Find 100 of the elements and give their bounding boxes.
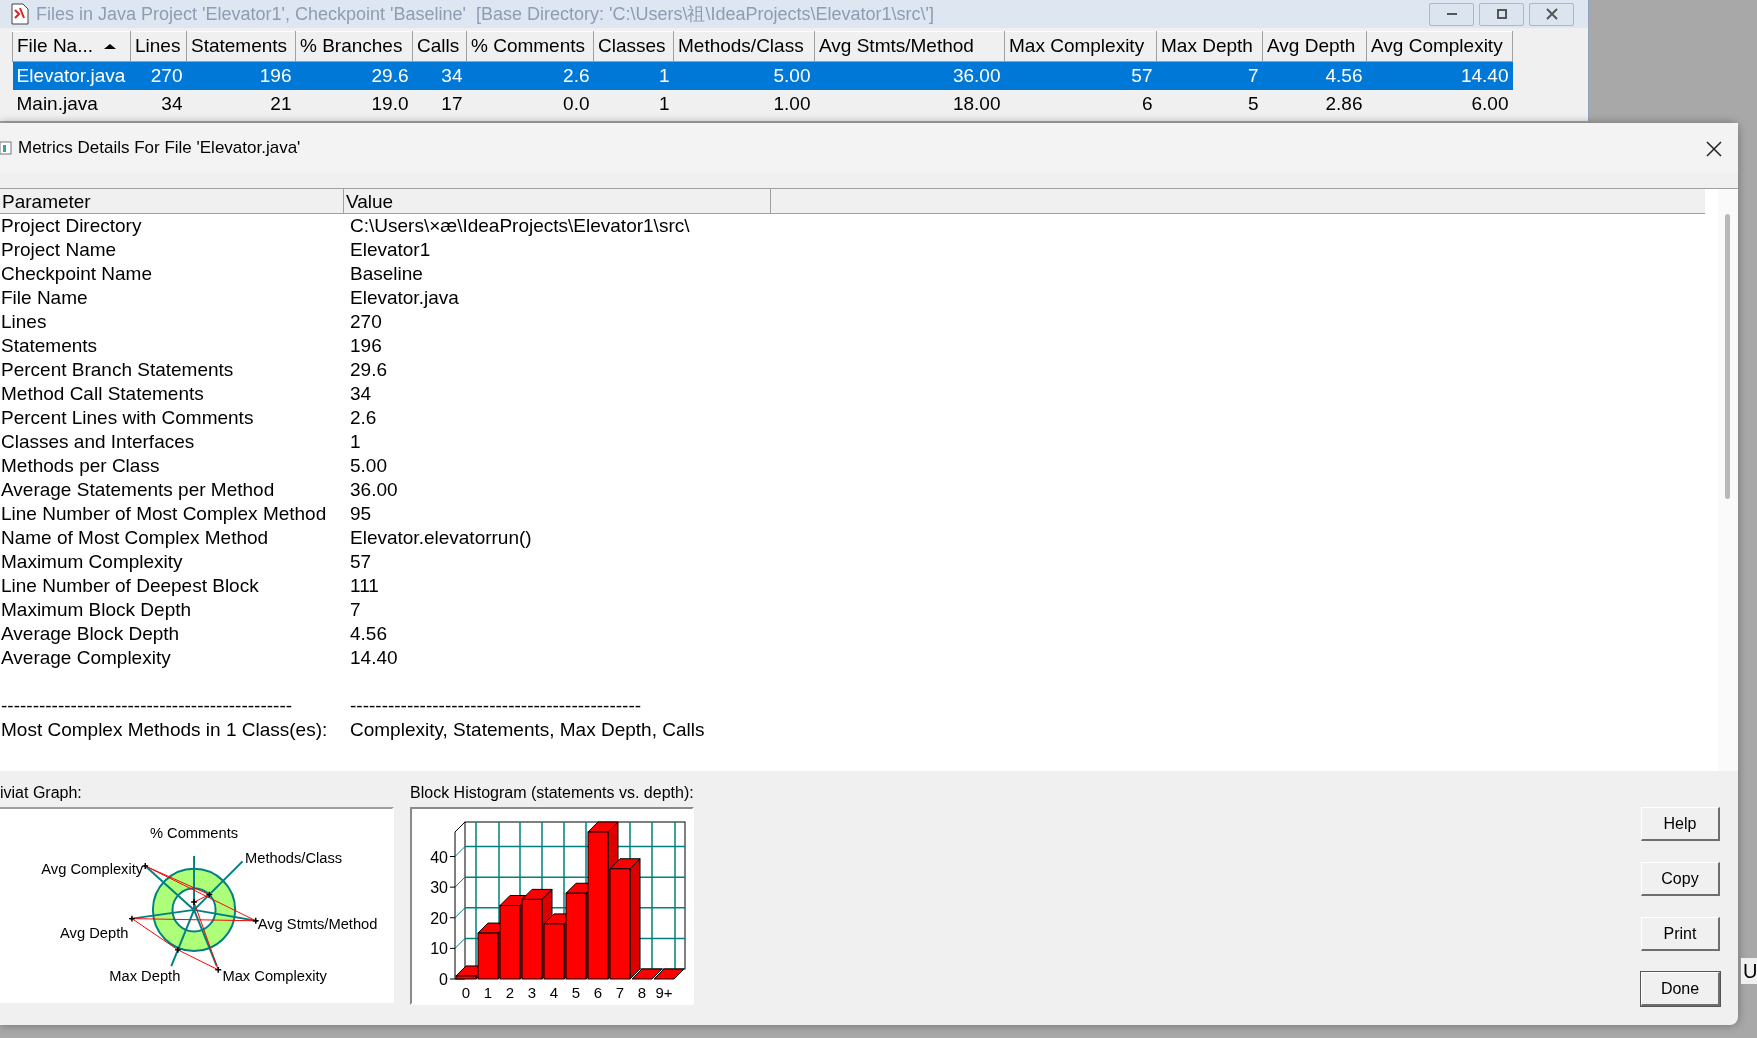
table-cell: 1 (593, 61, 674, 90)
column-header[interactable]: Max Depth (1156, 31, 1263, 61)
parameter-text: Checkpoint Name (0, 261, 154, 286)
parameter-text: Percent Lines with Comments (0, 405, 255, 430)
category-label: 6 (593, 984, 603, 1001)
dialog-button[interactable]: Done (1641, 972, 1720, 1006)
parameter-text: Project Name (0, 237, 118, 262)
table-cell: 0.0 (466, 90, 594, 119)
column-header[interactable]: Calls (412, 31, 467, 61)
parameter-text: Maximum Block Depth (0, 597, 193, 622)
table-cell: 196 (186, 61, 296, 90)
table-cell: 19.0 (295, 90, 413, 119)
column-header[interactable]: File Na... (12, 31, 131, 61)
value-text: 14.40 (349, 645, 399, 670)
table-cell: 34 (412, 61, 467, 90)
table-cell: 1 (593, 90, 674, 119)
value-text: Elevator.java (349, 285, 460, 310)
parameter-text: Line Number of Deepest Block (0, 573, 260, 598)
table-cell: 7 (1156, 61, 1263, 90)
table-cell: 2.86 (1262, 90, 1367, 119)
table-cell: 2.6 (466, 61, 594, 90)
column-header[interactable]: Avg Stmts/Method (814, 31, 1005, 61)
value-text: ---------------------------------------------- (349, 693, 643, 718)
value-text: 34 (349, 381, 373, 406)
column-header[interactable]: Avg Complexity (1366, 31, 1513, 61)
value-text: 2.6 (349, 405, 378, 430)
value-text: 5.00 (349, 453, 388, 478)
axis-label: Avg Complexity (41, 860, 144, 877)
table-cell: 36.00 (814, 61, 1005, 90)
axis-label: % Comments (149, 825, 239, 842)
dialog-button[interactable]: Help (1641, 807, 1720, 841)
histogram-label: Block Histogram (statements vs. depth): (410, 783, 694, 803)
value-text: 7 (349, 597, 362, 622)
category-label: 4 (549, 984, 559, 1001)
axis-label: Max Complexity (222, 968, 327, 985)
column-header[interactable]: Lines (130, 31, 187, 61)
dialog-button[interactable]: Copy (1641, 862, 1720, 896)
value-text: 95 (349, 501, 373, 526)
tick-label: 20 (430, 909, 448, 927)
table-cell: 14.40 (1366, 61, 1513, 90)
axis-label: Avg Stmts/Method (257, 915, 378, 932)
category-label: 0 (461, 984, 471, 1001)
column-header[interactable]: Classes (593, 31, 674, 61)
value-text: Elevator1 (349, 237, 432, 262)
value-text: Complexity, Statements, Max Depth, Calls (349, 717, 706, 742)
parameter-text: Most Complex Methods in 1 Class(es): (0, 717, 329, 742)
category-label: 1 (483, 984, 493, 1001)
table-cell: 17 (412, 90, 467, 119)
tick-label: 0 (439, 971, 448, 988)
column-header[interactable]: % Branches (295, 31, 413, 61)
column-header[interactable]: % Comments (466, 31, 594, 61)
parameter-text: Average Block Depth (0, 621, 181, 646)
parameter-text: Line Number of Most Complex Method (0, 501, 328, 526)
category-label: 9+ (655, 984, 673, 1001)
category-label: 2 (505, 984, 515, 1001)
table-cell: Elevator.java (12, 61, 131, 90)
parameter-text: ---------------------------------------------- (0, 693, 294, 718)
tick-label: 30 (430, 879, 448, 897)
table-cell: 18.00 (814, 90, 1005, 119)
value-text: 196 (349, 333, 383, 358)
parameter-text: Lines (0, 309, 48, 334)
parameter-text: Classes and Interfaces (0, 429, 196, 454)
parameter-text: Name of Most Complex Method (0, 525, 270, 550)
column-header[interactable]: Parameter (0, 189, 344, 213)
value-text: Baseline (349, 261, 424, 286)
value-text: 270 (349, 309, 383, 334)
tick-label: 40 (430, 848, 448, 866)
parameter-text: Maximum Complexity (0, 549, 184, 574)
value-text: 1 (349, 429, 362, 454)
table-cell: 270 (130, 61, 187, 90)
value-text: 36.00 (349, 477, 399, 502)
parameter-text: Methods per Class (0, 453, 161, 478)
value-text: Elevator.elevatorrun() (349, 525, 533, 550)
dialog-title: Metrics Details For File 'Elevator.java' (18, 137, 301, 160)
value-text: 111 (349, 573, 380, 598)
column-header[interactable]: Methods/Class (673, 31, 815, 61)
kiviat-graph-label: iviat Graph: (0, 783, 83, 803)
parameter-text: Statements (0, 333, 99, 358)
table-cell: 1.00 (673, 90, 815, 119)
parameter-text: Percent Branch Statements (0, 357, 235, 382)
table-cell: 6.00 (1366, 90, 1513, 119)
category-label: 7 (615, 984, 625, 1001)
parameter-text: File Name (0, 285, 89, 310)
table-cell: Main.java (12, 90, 131, 119)
category-label: 3 (527, 984, 537, 1001)
axis-label: Avg Depth (60, 925, 129, 942)
dialog-button[interactable]: Print (1641, 917, 1720, 951)
table-cell: 5 (1156, 90, 1263, 119)
column-header[interactable]: Value (344, 189, 771, 213)
category-label: 8 (637, 984, 647, 1001)
table-cell: 6 (1004, 90, 1157, 119)
table-cell: 4.56 (1262, 61, 1367, 90)
value-text: C:\Users\×æ\IdeaProjects\Elevator1\src\ (349, 213, 691, 238)
table-cell: 57 (1004, 61, 1157, 90)
table-cell: 29.6 (295, 61, 413, 90)
parameter-text: Project Directory (0, 213, 143, 238)
column-header[interactable]: Avg Depth (1262, 31, 1367, 61)
axis-label: Methods/Class (245, 849, 343, 866)
column-header[interactable]: Max Complexity (1004, 31, 1157, 61)
column-header[interactable]: Statements (186, 31, 296, 61)
